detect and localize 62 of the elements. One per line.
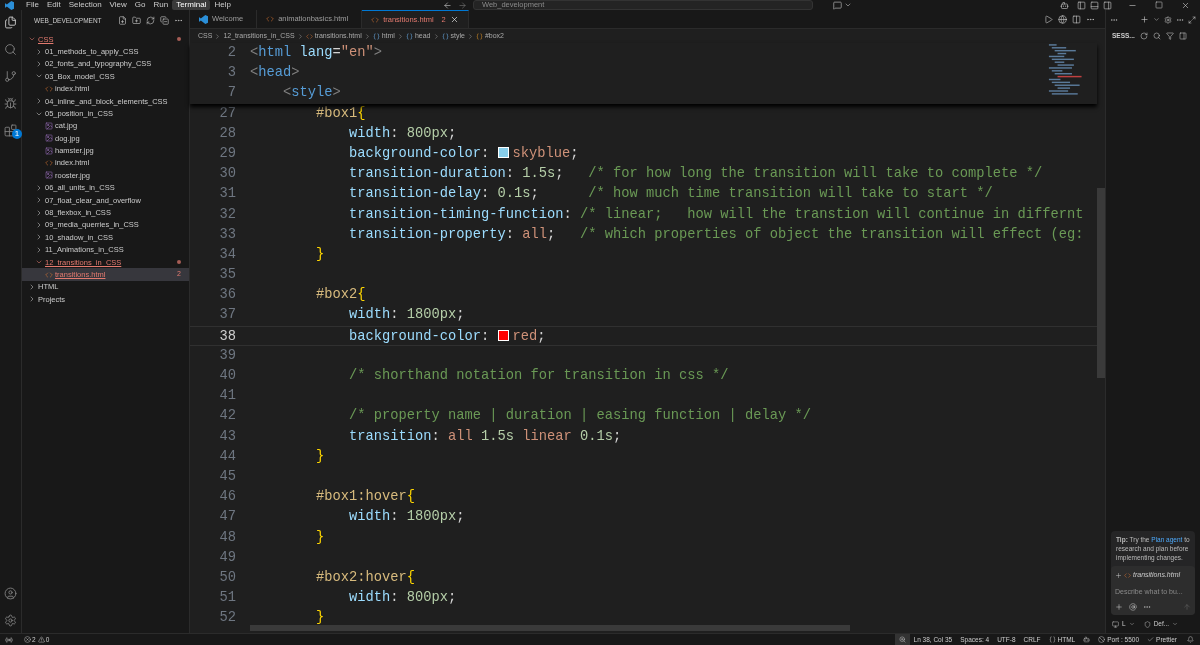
line-number: 50 [218,568,236,587]
line-number: 43 [218,427,236,446]
code-line: transition-delay: 0.1s; /* how much time transition will take to start */ [348,185,993,204]
code-line: width: 1800px; [348,306,465,325]
line-number: 7 [226,84,236,103]
code-line: #box1{ [315,104,366,123]
code-line: } [315,245,325,264]
code-line: <style> [282,84,341,103]
menu-item[interactable]: Edit [42,0,65,10]
code-line: width: 1800px; [348,508,465,527]
line-number: 46 [218,488,236,507]
line-number: 33 [218,225,236,244]
code-line: <html lang="en"> [250,44,383,62]
code-line: #box2:hover{ [315,568,416,587]
menu-item[interactable]: Selection [64,0,106,10]
code-line: #box2{ [315,286,366,305]
line-number: 47 [218,508,236,527]
menu-item[interactable]: Terminal [172,0,211,10]
line-number: 38 [218,327,236,345]
line-number: 36 [218,286,236,305]
code-line: /* property name | duration | easing function | delay */ [348,407,812,426]
line-number: 44 [218,447,236,466]
code-line: <head> [250,64,300,83]
menu-item[interactable]: View [105,0,131,10]
line-number: 40 [218,367,236,385]
code-line: background-color: red; [348,327,546,345]
code-line: transition-duration: 1.5s; /* for how long the transition will take to complete */ [348,165,1043,184]
line-number: 45 [218,467,236,486]
line-number: 32 [218,205,236,224]
line-number: 52 [218,609,236,628]
menu-item[interactable]: Help [210,0,235,10]
line-number: 35 [218,266,236,285]
line-number: 51 [218,589,236,608]
menu-item[interactable]: File [22,0,43,10]
code-line: transition-timing-function: /* linear; how will the transtion will continue in differnt [348,205,1084,224]
notification-badge: 1 [12,129,22,139]
line-number: 27 [218,104,236,123]
line-number: 31 [218,185,236,204]
code-line: } [315,528,325,547]
code-line: width: 800px; [348,589,457,608]
line-number: 29 [218,144,236,163]
line-number: 28 [218,124,236,143]
menu-item[interactable]: Go [130,0,150,10]
code-line: transition: all 1.5s linear 0.1s; [348,427,622,446]
line-number: 42 [218,407,236,426]
line-number: 41 [218,387,236,406]
line-number: 39 [218,346,236,365]
code-line: width: 800px; [348,124,457,143]
code-line: transition-property: all; /* which properties of object the transition will effect (eg: [348,225,1084,244]
line-number: 30 [218,165,236,184]
code-line: /* shorthand notation for transition in css */ [348,367,729,385]
code-line: } [315,609,325,628]
code-line: } [315,447,325,466]
line-number: 48 [218,528,236,547]
line-number: 34 [218,245,236,264]
menu-item[interactable]: Run [149,0,173,10]
line-number: 49 [218,548,236,567]
line-number: 3 [226,64,236,83]
line-number: 37 [218,306,236,325]
code-line: background-color: skyblue; [348,144,579,163]
code-line: #box1:hover{ [315,488,416,507]
line-number: 2 [226,44,236,62]
